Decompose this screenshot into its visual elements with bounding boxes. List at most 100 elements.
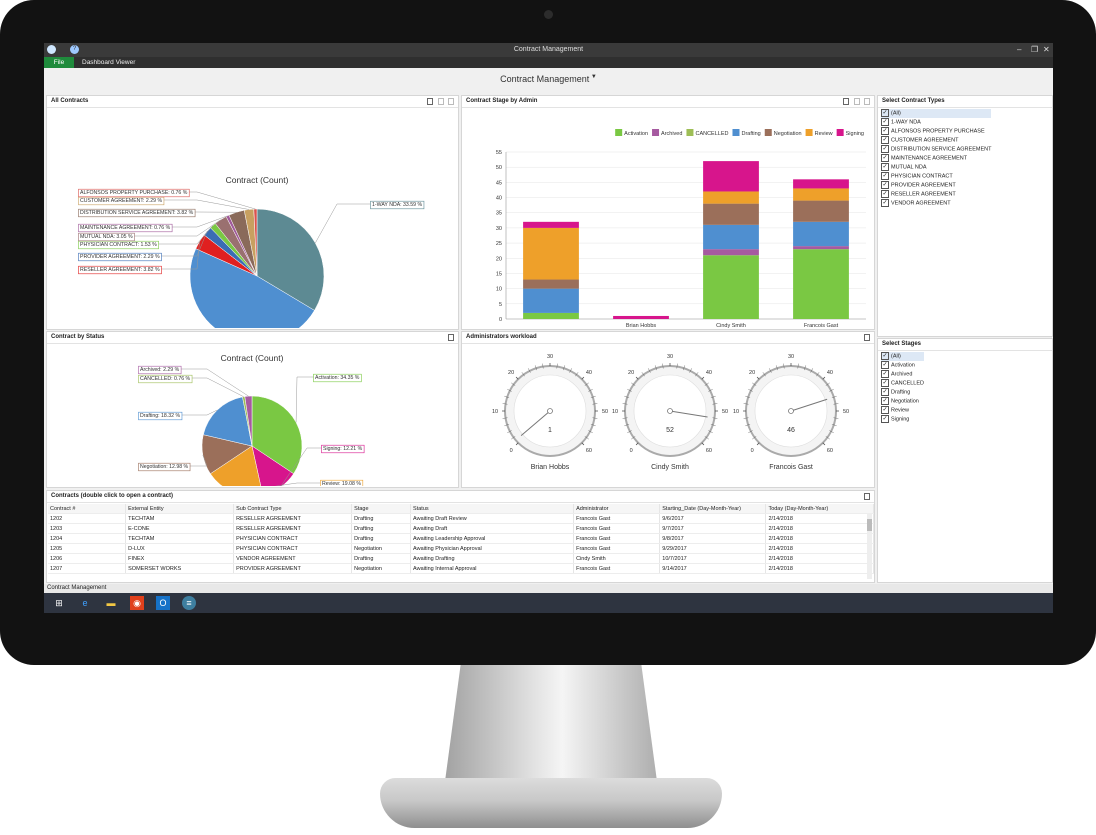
- checkbox[interactable]: ✓: [881, 406, 889, 414]
- y-tick-label: 5: [499, 302, 502, 308]
- checkbox[interactable]: ✓: [881, 352, 889, 360]
- contract-type-item[interactable]: ✓ ALFONSOS PROPERTY PURCHASE: [881, 127, 991, 136]
- stage-item[interactable]: ✓ Review: [881, 406, 924, 415]
- pie-label: ALFONSOS PROPERTY PURCHASE: 0.76 %: [80, 190, 188, 196]
- gauge-tick-label: 40: [706, 370, 712, 376]
- gauge-value: 46: [787, 427, 795, 434]
- menu-file[interactable]: File: [44, 57, 74, 68]
- contract-type-item[interactable]: ✓ CUSTOMER AGREEMENT: [881, 136, 991, 145]
- table-row[interactable]: 1202 TECHTAM RESELLER AGREEMENT Drafting Awa…: [48, 513, 874, 524]
- contract-type-item[interactable]: ✓ 1-WAY NDA: [881, 118, 991, 127]
- contract-type-item[interactable]: ✓ PROVIDER AGREEMENT: [881, 181, 991, 190]
- minimize-icon[interactable]: –: [1017, 45, 1021, 54]
- stage-item[interactable]: ✓ (All): [881, 352, 925, 361]
- table-row[interactable]: 1203 E-CONE RESELLER AGREEMENT Drafting Awai…: [48, 523, 874, 534]
- gauge-value: 52: [666, 427, 674, 434]
- column-header[interactable]: Contract #: [48, 504, 127, 514]
- contract-type-item[interactable]: ✓ RESELLER AGREEMENT: [881, 190, 991, 199]
- checkbox[interactable]: ✓: [881, 118, 889, 126]
- checkbox[interactable]: ✓: [881, 163, 889, 171]
- checkbox[interactable]: ✓: [881, 379, 889, 387]
- column-header[interactable]: Status: [410, 504, 575, 514]
- export-icon[interactable]: [427, 98, 433, 105]
- app-icon[interactable]: ◉: [130, 596, 144, 610]
- chart-title: Contract (Count): [226, 175, 289, 185]
- pie-label: PROVIDER AGREEMENT: 2.29 %: [80, 254, 160, 260]
- export-icon[interactable]: [864, 334, 870, 341]
- gauge-tick-label: 0: [630, 448, 633, 454]
- checkbox[interactable]: ✓: [881, 370, 889, 378]
- export-icon[interactable]: [448, 334, 454, 341]
- contract-type-item[interactable]: ✓ VENDOR AGREEMENT: [881, 199, 991, 208]
- table-cell: Awaiting Internal Approval: [410, 563, 575, 574]
- checkbox[interactable]: ✓: [881, 109, 889, 117]
- column-header[interactable]: Administrator: [573, 504, 661, 514]
- y-tick-label: 35: [496, 211, 502, 217]
- restore-icon[interactable]: ❐: [1031, 45, 1038, 54]
- table-cell: 9/29/2017: [659, 543, 767, 554]
- contract-types-filter-panel: Select Contract Types ✓ (All) ✓ 1-WAY NDA ✓ A…: [877, 95, 1053, 337]
- close-icon[interactable]: ✕: [1043, 45, 1050, 54]
- bar-segment-review: [523, 227, 579, 280]
- export-icon[interactable]: [843, 98, 849, 105]
- ie-icon[interactable]: e: [78, 596, 92, 610]
- contracts-table: Contract # External Entity Sub Contract Ty…: [48, 504, 874, 574]
- menu-dashboard-viewer[interactable]: Dashboard Viewer: [82, 57, 135, 68]
- contract-type-item[interactable]: ✓ PHYSICIAN CONTRACT: [881, 172, 991, 181]
- contract-type-item[interactable]: ✓ MUTUAL NDA: [881, 163, 991, 172]
- stage-item[interactable]: ✓ Signing: [881, 415, 924, 424]
- grid-scrollbar[interactable]: [867, 513, 872, 579]
- outlook-icon[interactable]: O: [156, 596, 170, 610]
- checkbox[interactable]: ✓: [881, 415, 889, 423]
- clear-filter-icon[interactable]: [854, 98, 860, 105]
- checkbox[interactable]: ✓: [881, 190, 889, 198]
- column-header[interactable]: Today (Day-Month-Year): [765, 504, 874, 514]
- table-row[interactable]: 1205 D-LUX PHYSICIAN CONTRACT Negotiation Aw…: [48, 543, 874, 554]
- checkbox[interactable]: ✓: [881, 388, 889, 396]
- drill-up-icon[interactable]: [864, 98, 870, 105]
- table-cell: 2/14/2018: [765, 513, 874, 524]
- column-header[interactable]: External Entity: [125, 504, 235, 514]
- contract-type-item[interactable]: ✓ DISTRIBUTION SERVICE AGREEMENT: [881, 145, 991, 154]
- column-header[interactable]: Sub Contract Type: [233, 504, 353, 514]
- workload-gauges: 0 10 20 30 40 50 60 1 Brian Hobbs 0 10 20 30 40 50 60 52…: [492, 354, 849, 471]
- checkbox[interactable]: ✓: [881, 172, 889, 180]
- stage-item[interactable]: ✓ CANCELLED: [881, 379, 924, 388]
- table-row[interactable]: 1206 FINEX VENDOR AGREEMENT Drafting Awaitin…: [48, 553, 874, 564]
- explorer-icon[interactable]: ▬: [104, 596, 118, 610]
- windows-icon[interactable]: ⊞: [52, 596, 66, 610]
- table-cell: Awaiting Draft Review: [410, 513, 575, 524]
- bar-segment-review: [703, 191, 759, 204]
- table-row[interactable]: 1204 TECHTAM PHYSICIAN CONTRACT Drafting Awa…: [48, 533, 874, 544]
- contract-type-item[interactable]: ✓ MAINTENANCE AGREEMENT: [881, 154, 991, 163]
- checkbox[interactable]: ✓: [881, 361, 889, 369]
- checkbox[interactable]: ✓: [881, 397, 889, 405]
- stage-item[interactable]: ✓ Negotiation: [881, 397, 924, 406]
- stage-by-admin-panel: Contract Stage by Admin 0 5 10 15 20 25 30 35 40…: [461, 95, 875, 330]
- stage-item[interactable]: ✓ Activation: [881, 361, 924, 370]
- stage-item[interactable]: ✓ Archived: [881, 370, 924, 379]
- column-header[interactable]: Starting_Date (Day-Month-Year): [659, 504, 767, 514]
- contract-app-icon[interactable]: ≡: [182, 596, 196, 610]
- clear-filter-icon[interactable]: [438, 98, 444, 105]
- filter-icon[interactable]: ▼: [589, 74, 597, 80]
- table-cell: E-CONE: [125, 523, 235, 534]
- column-header[interactable]: Stage: [351, 504, 412, 514]
- bar-segment-activation: [793, 249, 849, 319]
- stage-item[interactable]: ✓ Drafting: [881, 388, 924, 397]
- table-cell: 2/14/2018: [765, 533, 874, 544]
- export-icon[interactable]: [864, 493, 870, 500]
- checkbox[interactable]: ✓: [881, 199, 889, 207]
- checkbox[interactable]: ✓: [881, 154, 889, 162]
- table-cell: 1205: [48, 543, 127, 554]
- drill-up-icon[interactable]: [448, 98, 454, 105]
- contract-type-item[interactable]: ✓ (All): [881, 109, 992, 118]
- checkbox[interactable]: ✓: [881, 127, 889, 135]
- checkbox[interactable]: ✓: [881, 136, 889, 144]
- checkbox[interactable]: ✓: [881, 145, 889, 153]
- stage-label: Review: [891, 407, 910, 414]
- checkbox[interactable]: ✓: [881, 181, 889, 189]
- table-row[interactable]: 1207 SOMERSET WORKS PROVIDER AGREEMENT Nego…: [48, 563, 874, 574]
- bar-segment-archived: [793, 246, 849, 250]
- table-cell: Cindy Smith: [573, 553, 661, 564]
